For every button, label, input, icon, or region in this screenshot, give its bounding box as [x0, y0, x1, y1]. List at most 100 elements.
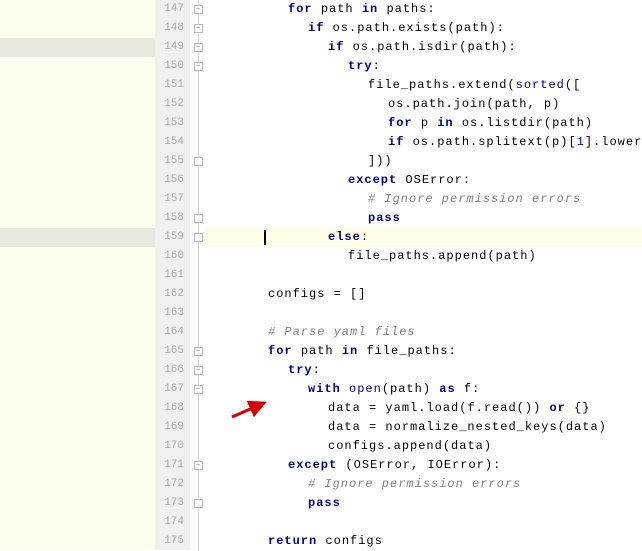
fold-close-icon[interactable] — [194, 157, 203, 166]
code-line[interactable]: # Ignore permission errors — [206, 190, 642, 209]
fold-cell[interactable] — [190, 304, 206, 323]
fold-close-icon[interactable] — [194, 214, 203, 223]
fold-cell[interactable] — [190, 266, 206, 285]
fold-cell[interactable] — [190, 171, 206, 190]
line-number: 158 — [155, 209, 184, 228]
code-line[interactable]: data = normalize_nested_keys(data) — [206, 418, 642, 437]
token-kw: try — [288, 363, 313, 377]
fold-cell[interactable] — [190, 456, 206, 475]
fold-close-icon[interactable] — [194, 499, 203, 508]
code-line[interactable]: try: — [206, 361, 642, 380]
fold-cell[interactable] — [190, 38, 206, 57]
fold-cell[interactable] — [190, 76, 206, 95]
fold-cell[interactable] — [190, 437, 206, 456]
code-line[interactable]: if os.path.isdir(path): — [206, 38, 642, 57]
line-number: 171 — [155, 456, 184, 475]
code-line[interactable] — [206, 266, 642, 285]
token-kw: for — [268, 344, 293, 358]
fold-cell[interactable] — [190, 285, 206, 304]
fold-cell[interactable] — [190, 0, 206, 19]
code-line[interactable]: data = yaml.load(f.read()) or {} — [206, 399, 642, 418]
fold-open-icon[interactable] — [194, 24, 203, 33]
code-line[interactable]: try: — [206, 57, 642, 76]
fold-open-icon[interactable] — [194, 366, 203, 375]
token-fn: join — [454, 97, 487, 111]
fold-cell[interactable] — [190, 399, 206, 418]
fold-cell[interactable] — [190, 190, 206, 209]
code-line[interactable]: else: — [206, 228, 642, 247]
code-line[interactable]: for path in paths: — [206, 0, 642, 19]
code-line[interactable]: for p in os.listdir(path) — [206, 114, 642, 133]
code-line[interactable]: # Ignore permission errors — [206, 475, 642, 494]
token-comment: # Ignore permission errors — [368, 192, 581, 206]
fold-cell[interactable] — [190, 57, 206, 76]
code-line[interactable]: file_paths.append(path) — [206, 247, 642, 266]
token-name: os — [353, 40, 369, 54]
token-name: file_paths — [368, 78, 450, 92]
fold-cell[interactable] — [190, 532, 206, 551]
token-op: = — [361, 401, 386, 415]
token-name: file_paths — [366, 344, 448, 358]
fold-gutter[interactable] — [190, 0, 206, 550]
token-kw: or — [549, 401, 565, 415]
fold-open-icon[interactable] — [194, 385, 203, 394]
code-line[interactable]: if os.path.splitext(p)[1].lower() in ('.… — [206, 133, 642, 152]
token-op: ) — [528, 249, 536, 263]
token-kw: for — [288, 2, 313, 16]
fold-cell[interactable] — [190, 418, 206, 437]
token-op — [344, 40, 352, 54]
fold-cell[interactable] — [190, 19, 206, 38]
fold-cell[interactable] — [190, 342, 206, 361]
fold-open-icon[interactable] — [194, 347, 203, 356]
token-kw: if — [388, 135, 404, 149]
token-name: path — [357, 21, 390, 35]
fold-cell[interactable] — [190, 209, 206, 228]
token-op: . — [429, 135, 437, 149]
code-line[interactable]: except (OSError, IOError): — [206, 456, 642, 475]
code-area[interactable]: for path in paths:if os.path.exists(path… — [206, 0, 642, 550]
fold-cell[interactable] — [190, 152, 206, 171]
fold-cell[interactable] — [190, 513, 206, 532]
code-line[interactable]: pass — [206, 494, 642, 513]
token-op: ( — [486, 97, 494, 111]
code-line[interactable]: except OSError: — [206, 171, 642, 190]
code-line[interactable]: for path in file_paths: — [206, 342, 642, 361]
fold-cell[interactable] — [190, 323, 206, 342]
token-op: ( — [487, 249, 495, 263]
code-line[interactable]: if os.path.exists(path): — [206, 19, 642, 38]
code-editor[interactable]: 1471481491501511521531541551561571581591… — [0, 0, 642, 550]
fold-cell[interactable] — [190, 494, 206, 513]
code-line[interactable]: with open(path) as f: — [206, 380, 642, 399]
fold-open-icon[interactable] — [194, 461, 203, 470]
code-line[interactable]: return configs — [206, 532, 642, 551]
token-op — [341, 382, 349, 396]
token-kw: in — [362, 2, 378, 16]
code-line[interactable]: pass — [206, 209, 642, 228]
fold-close-icon[interactable] — [194, 233, 203, 242]
line-number: 169 — [155, 418, 184, 437]
code-line[interactable]: # Parse yaml files — [206, 323, 642, 342]
token-name: p — [421, 116, 429, 130]
fold-cell[interactable] — [190, 228, 206, 247]
code-line[interactable]: os.path.join(path, p) — [206, 95, 642, 114]
line-number: 161 — [155, 266, 184, 285]
line-number: 173 — [155, 494, 184, 513]
fold-cell[interactable] — [190, 380, 206, 399]
code-line[interactable]: configs.append(data) — [206, 437, 642, 456]
fold-open-icon[interactable] — [194, 43, 203, 52]
fold-open-icon[interactable] — [194, 62, 203, 71]
code-line[interactable]: configs = [] — [206, 285, 642, 304]
fold-cell[interactable] — [190, 361, 206, 380]
fold-cell[interactable] — [190, 114, 206, 133]
line-number: 147 — [155, 0, 184, 19]
code-line[interactable] — [206, 513, 642, 532]
fold-cell[interactable] — [190, 475, 206, 494]
fold-cell[interactable] — [190, 247, 206, 266]
fold-cell[interactable] — [190, 133, 206, 152]
line-number: 157 — [155, 190, 184, 209]
code-line[interactable] — [206, 304, 642, 323]
fold-open-icon[interactable] — [194, 5, 203, 14]
code-line[interactable]: ])) — [206, 152, 642, 171]
code-line[interactable]: file_paths.extend(sorted([ — [206, 76, 642, 95]
fold-cell[interactable] — [190, 95, 206, 114]
